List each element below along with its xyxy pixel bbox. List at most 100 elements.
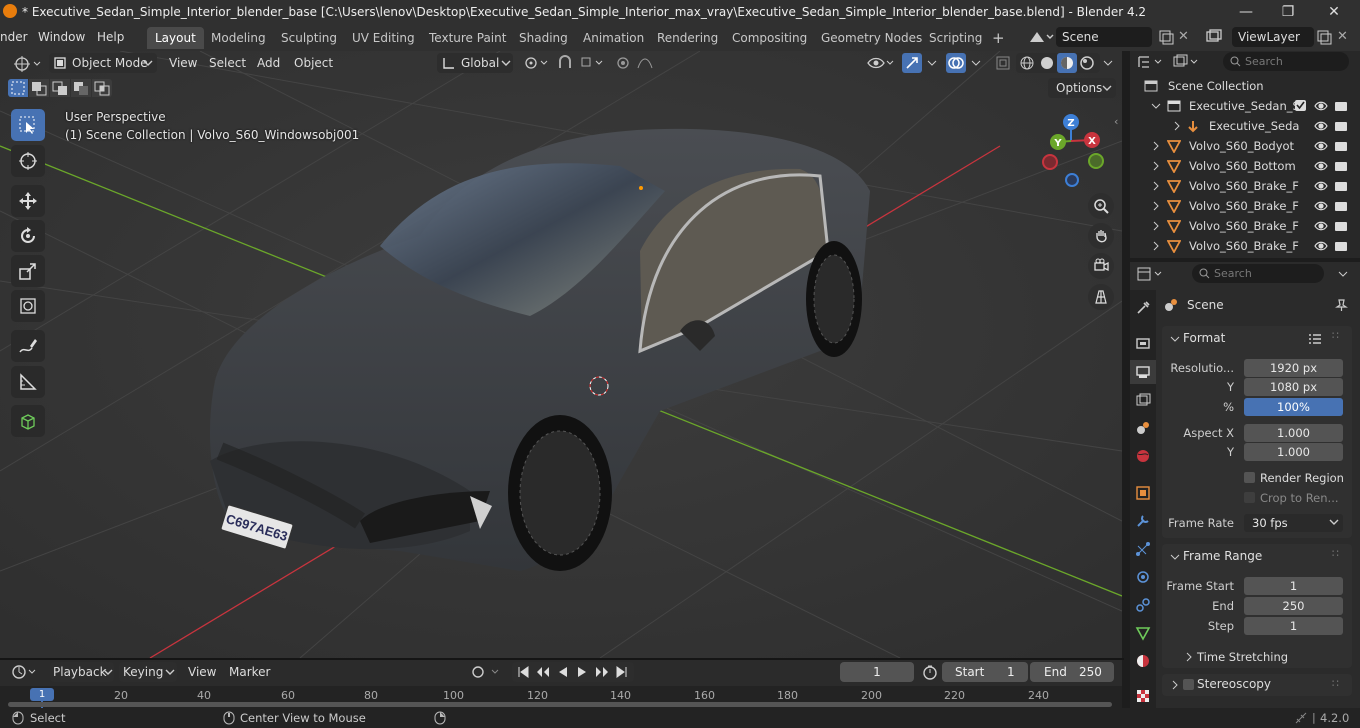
editor-type-timeline-icon[interactable] <box>10 663 40 681</box>
drag-handle-icon[interactable]: ∷ <box>1332 547 1339 560</box>
end-frame-field[interactable]: End 250 <box>1030 662 1114 682</box>
tab-geometry-nodes[interactable]: Geometry Nodes <box>813 27 930 49</box>
timeline-menu-view[interactable]: View <box>188 663 216 682</box>
timeline-menu-marker[interactable]: Marker <box>229 663 270 682</box>
overlays-dropdown-icon[interactable] <box>968 54 984 72</box>
zoom-icon[interactable] <box>1088 193 1114 219</box>
3d-viewport[interactable]: C697AE63 <box>0 51 1122 658</box>
timeline-scrollbar[interactable] <box>8 702 1112 707</box>
menu-help[interactable]: Help <box>97 30 124 44</box>
drag-handle-icon[interactable]: ∷ <box>1332 329 1339 342</box>
transform-tool[interactable] <box>11 290 45 322</box>
navigation-gizmo[interactable]: Z X Y <box>1038 112 1110 188</box>
jump-to-start-icon[interactable] <box>516 665 530 679</box>
frame-start-field[interactable]: 1 <box>1244 577 1343 595</box>
frame-step-field[interactable]: 1 <box>1244 617 1343 635</box>
physics-tab-icon[interactable] <box>1135 569 1151 585</box>
format-panel-header[interactable]: Format ∷ <box>1162 329 1352 347</box>
playback-menu[interactable]: Playback <box>50 662 114 682</box>
scene-selector-icon[interactable] <box>1026 27 1054 47</box>
expand-arrow-icon[interactable] <box>1151 141 1161 151</box>
timeline-ruler[interactable]: 1 20 40 60 80 100 120 140 160 180 200 22… <box>0 686 1122 708</box>
new-view-layer-icon[interactable] <box>1316 29 1332 45</box>
render-tab-icon[interactable] <box>1135 335 1151 351</box>
new-scene-icon[interactable] <box>1158 29 1174 45</box>
scene-tab-icon[interactable] <box>1135 420 1151 436</box>
object-tab-icon[interactable] <box>1135 485 1151 501</box>
expand-arrow-icon[interactable] <box>1151 221 1161 231</box>
add-cube-tool[interactable] <box>11 405 45 437</box>
cursor-tool[interactable] <box>11 145 45 177</box>
expand-arrow-icon[interactable] <box>1151 161 1161 171</box>
rendered-shading-icon[interactable] <box>1079 55 1095 71</box>
annotate-tool[interactable] <box>11 330 45 362</box>
visibility-icon[interactable] <box>866 54 896 72</box>
options-dropdown[interactable]: Options <box>1048 78 1116 98</box>
preview-range-stopwatch-icon[interactable] <box>922 664 938 680</box>
scale-tool[interactable] <box>11 255 45 287</box>
output-tab-icon[interactable] <box>1135 364 1151 380</box>
texture-tab-icon[interactable] <box>1135 688 1151 704</box>
keying-menu[interactable]: Keying <box>119 662 177 682</box>
pin-icon[interactable] <box>1335 298 1348 311</box>
expand-arrow-icon[interactable] <box>1151 201 1161 211</box>
drag-handle-icon[interactable]: ∷ <box>1332 677 1339 690</box>
area-divider[interactable] <box>1122 51 1130 658</box>
move-tool[interactable] <box>11 185 45 217</box>
modifiers-tab-icon[interactable] <box>1135 513 1151 529</box>
select-box-tool[interactable] <box>11 109 45 141</box>
current-frame-field[interactable]: 1 <box>840 662 914 682</box>
jump-to-keyframe-back-icon[interactable] <box>535 665 551 679</box>
editor-type-3d-icon[interactable] <box>10 54 44 73</box>
outliner-row-scene-collection[interactable]: Scene Collection <box>1130 76 1360 96</box>
properties-search-input[interactable]: Search <box>1192 264 1324 283</box>
gizmo-toggle-icon[interactable] <box>902 53 922 73</box>
stereoscopy-checkbox[interactable] <box>1183 679 1194 690</box>
editor-type-properties-icon[interactable] <box>1136 265 1166 283</box>
tab-layout[interactable]: Layout <box>147 27 204 49</box>
render-region-checkbox[interactable] <box>1244 472 1255 483</box>
menu-object[interactable]: Object <box>294 54 333 73</box>
chevron-down-icon[interactable] <box>1337 268 1349 280</box>
menu-select[interactable]: Select <box>209 54 246 73</box>
tab-texture-paint[interactable]: Texture Paint <box>421 27 514 49</box>
gizmo-dropdown-icon[interactable] <box>924 54 940 72</box>
tab-sculpting[interactable]: Sculpting <box>273 27 345 49</box>
xray-toggle-icon[interactable] <box>994 54 1012 72</box>
start-frame-field[interactable]: Start 1 <box>942 662 1028 682</box>
select-new-icon[interactable] <box>8 79 28 97</box>
select-invert-icon[interactable] <box>71 79 91 97</box>
world-tab-icon[interactable] <box>1135 448 1151 464</box>
camera-view-icon[interactable] <box>1088 253 1114 279</box>
checkbox-checked-icon[interactable] <box>1294 99 1307 112</box>
delete-view-layer-icon[interactable]: ✕ <box>1337 29 1353 45</box>
rotate-tool[interactable] <box>11 220 45 252</box>
expand-arrow-icon[interactable] <box>1151 181 1161 191</box>
solid-shading-icon[interactable] <box>1039 55 1055 71</box>
resolution-x-field[interactable]: 1920 px <box>1244 359 1343 377</box>
tab-modeling[interactable]: Modeling <box>203 27 274 49</box>
scene-name-field[interactable]: Scene <box>1056 27 1152 47</box>
menu-add[interactable]: Add <box>257 54 280 73</box>
play-icon[interactable] <box>575 665 589 679</box>
data-tab-icon[interactable] <box>1135 625 1151 641</box>
sidebar-toggle-icon[interactable]: ‹ <box>1114 115 1122 133</box>
particles-tab-icon[interactable] <box>1135 541 1151 557</box>
constraints-tab-icon[interactable] <box>1135 597 1151 613</box>
frame-end-field[interactable]: 250 <box>1244 597 1343 615</box>
tab-shading[interactable]: Shading <box>511 27 576 49</box>
auto-keying-toggle[interactable] <box>468 663 506 681</box>
mode-selector[interactable]: Object Mode <box>49 53 157 73</box>
shading-dropdown-icon[interactable] <box>1100 54 1116 72</box>
tab-uv-editing[interactable]: UV Editing <box>344 27 423 49</box>
pivot-point-icon[interactable] <box>522 54 550 72</box>
resolution-percent-slider[interactable]: 100% <box>1244 398 1343 416</box>
measure-tool[interactable] <box>11 366 45 398</box>
jump-to-keyframe-forward-icon[interactable] <box>594 665 610 679</box>
select-extend-icon[interactable] <box>29 79 49 97</box>
view-layer-icon[interactable] <box>1204 27 1230 47</box>
resolution-y-field[interactable]: 1080 px <box>1244 378 1343 396</box>
frame-range-panel-header[interactable]: Frame Range ∷ <box>1162 547 1352 565</box>
playhead-frame-indicator[interactable]: 1 <box>30 688 54 701</box>
select-subtract-icon[interactable] <box>50 79 70 97</box>
